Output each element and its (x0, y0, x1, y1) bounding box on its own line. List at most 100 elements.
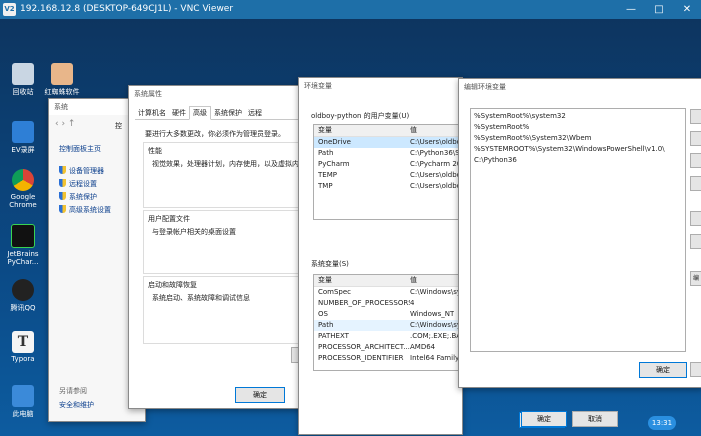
row-name: NUMBER_OF_PROCESSORS (318, 299, 410, 307)
table-row[interactable]: TMP C:\Users\oldboy (314, 181, 466, 192)
table-row[interactable]: PyCharm C:\Pycharm 2018 (314, 159, 466, 170)
shield-icon (59, 205, 66, 213)
environment-variables-title: 环境变量 (299, 78, 462, 94)
user-vars-label: oldboy-python 的用户变量(U) (311, 112, 410, 120)
back-arrow-icon[interactable]: ‹ › ↑ (55, 119, 75, 129)
list-item[interactable]: C:\Python36 (471, 155, 685, 166)
row-value: C:\Windows\sys (410, 288, 465, 296)
ok-button[interactable]: 确定 (235, 387, 285, 403)
system-vars-list[interactable]: 变量值 ComSpec C:\Windows\sys NUMBER_OF_PROC… (313, 274, 467, 371)
edit-cancel-button-partial[interactable] (690, 362, 701, 377)
desktop-icon-label: 腾讯QQ (10, 304, 36, 312)
desktop-icon-chrome[interactable]: Google Chrome (1, 169, 45, 209)
desktop-icon-pycharm[interactable]: JetBrains PyChar... (1, 224, 45, 266)
browse-button-partial[interactable] (690, 153, 701, 168)
table-row[interactable]: PATHEXT .COM;.EXE;.BAT; (314, 331, 466, 342)
edit-ok-button[interactable]: 确定 (639, 362, 687, 378)
tab-advanced[interactable]: 高级 (189, 106, 211, 120)
table-row[interactable]: Path C:\Windows\sys (314, 320, 466, 331)
row-value: C:\Users\oldboy (410, 182, 466, 190)
env-ok-button-2[interactable]: 确定 (521, 411, 567, 427)
device-manager-link[interactable]: 设备管理器 (59, 165, 111, 178)
desktop-icon-label: 红蜘蛛软件 (44, 88, 80, 96)
edit-text-button-partial[interactable]: 编 (690, 271, 701, 286)
tab-remote[interactable]: 远程 (245, 107, 265, 119)
desktop-icon-ev-recorder[interactable]: EV录屏 (1, 121, 45, 155)
table-row[interactable]: OS Windows_NT (314, 309, 466, 320)
desktop-icon-typora[interactable]: T Typora (1, 331, 45, 363)
system-vars-label: 系统变量(S) (311, 260, 349, 268)
tab-computer-name[interactable]: 计算机名 (135, 107, 169, 119)
minimize-button[interactable]: — (617, 0, 645, 19)
close-button[interactable]: ✕ (673, 0, 701, 19)
tab-system-protection[interactable]: 系统保护 (211, 107, 245, 119)
control-panel-home-link[interactable]: 控制面板主页 (59, 143, 111, 156)
list-header: 变量值 (314, 125, 466, 137)
remote-settings-link[interactable]: 远程设置 (59, 178, 111, 191)
table-row[interactable]: PROCESSOR_ARCHITECT...AMD64 (314, 342, 466, 353)
delete-button-partial[interactable] (690, 176, 701, 191)
edit-button-partial[interactable] (690, 131, 701, 146)
table-row[interactable]: PROCESSOR_IDENTIFIER Intel64 Family 6 (314, 353, 466, 364)
row-value: Windows_NT (410, 310, 455, 318)
shield-icon (59, 192, 66, 200)
env-cancel-button[interactable]: 取消 (572, 411, 618, 427)
new-button-partial[interactable] (690, 109, 701, 124)
link-label: 设备管理器 (69, 167, 104, 175)
system-properties-title: 系统属性 (129, 86, 309, 102)
security-maintenance-link[interactable]: 安全和维护 (59, 400, 94, 410)
row-name: PATHEXT (318, 332, 349, 340)
startup-recovery-desc: 系统启动、系统故障和调试信息 (152, 294, 250, 302)
list-item[interactable]: %SystemRoot%\System32\Wbem (471, 133, 685, 144)
vnc-logo-icon: V2 (3, 3, 16, 16)
link-label: 系统保护 (69, 193, 97, 201)
row-name: PyCharm (318, 160, 350, 168)
table-row[interactable]: NUMBER_OF_PROCESSORS4 (314, 298, 466, 309)
list-item[interactable]: %SystemRoot%\system32 (471, 111, 685, 122)
desktop-icon-qq[interactable]: 腾讯QQ (1, 279, 45, 313)
row-value: C:\Users\oldboy (410, 171, 466, 179)
col-var-header[interactable]: 变量 (318, 275, 410, 286)
system-protection-link[interactable]: 系统保护 (59, 191, 111, 204)
typora-icon: T (12, 331, 34, 353)
see-also-label: 另请参阅 (59, 387, 87, 395)
path-entries-list[interactable]: %SystemRoot%\system32 %SystemRoot% %Syst… (470, 108, 686, 352)
qq-penguin-icon (12, 279, 34, 301)
desktop-icon-label: Typora (11, 355, 35, 363)
list-item[interactable]: %SYSTEMROOT%\System32\WindowsPowerShell\… (471, 144, 685, 155)
user-profile-desc: 与登录帐户相关的桌面设置 (152, 228, 236, 236)
user-vars-list[interactable]: 变量值 OneDrive C:\Users\oldboy Path C:\Pytho… (313, 124, 467, 220)
advanced-system-settings-link[interactable]: 高级系统设置 (59, 204, 111, 217)
col-var-header[interactable]: 变量 (318, 125, 410, 136)
desktop-icon-label: 此电脑 (12, 410, 34, 418)
move-up-button-partial[interactable] (690, 211, 701, 226)
col-val-header[interactable]: 值 (410, 275, 417, 286)
tab-hardware[interactable]: 硬件 (169, 107, 189, 119)
system-nav: 控制面板主页 设备管理器 远程设置 系统保护 高级系统设置 (59, 143, 111, 217)
performance-title: 性能 (148, 147, 162, 155)
tab-strip: 计算机名 硬件 高级 系统保护 远程 (135, 106, 303, 120)
desktop-icon-this-pc[interactable]: 此电脑 (1, 385, 45, 419)
performance-group: 性能 视觉效果，处理器计划，内存使用，以及虚拟内存 (143, 142, 307, 208)
desktop-icon-label: JetBrains PyChar... (7, 250, 39, 266)
environment-variables-dialog: 环境变量 oldboy-python 的用户变量(U) 变量值 OneDrive… (298, 77, 565, 435)
col-val-header[interactable]: 值 (410, 125, 417, 136)
address-bar[interactable]: 控 (115, 121, 122, 131)
row-name: PROCESSOR_ARCHITECT... (318, 343, 410, 351)
avatar-icon (51, 63, 73, 85)
admin-note: 要进行大多数更改，你必须作为管理员登录。 (145, 130, 285, 138)
maximize-button[interactable]: □ (645, 0, 673, 19)
link-label: 远程设置 (69, 180, 97, 188)
table-row[interactable]: TEMP C:\Users\oldboy (314, 170, 466, 181)
table-row[interactable]: Path C:\Python36\Scri (314, 148, 466, 159)
desktop-icon-recycle-bin[interactable]: 回收站 (1, 63, 45, 97)
desktop-icon-red-spider[interactable]: 红蜘蛛软件 (40, 63, 84, 97)
performance-desc: 视觉效果，处理器计划，内存使用，以及虚拟内存 (152, 160, 306, 168)
startup-recovery-group: 启动和故障恢复 系统启动、系统故障和调试信息 (143, 276, 307, 344)
move-down-button-partial[interactable] (690, 234, 701, 249)
list-item[interactable]: %SystemRoot% (471, 122, 685, 133)
row-name: PROCESSOR_IDENTIFIER (318, 354, 404, 362)
row-value: C:\Users\oldboy (410, 138, 466, 146)
table-row[interactable]: ComSpec C:\Windows\sys (314, 287, 466, 298)
table-row[interactable]: OneDrive C:\Users\oldboy (314, 137, 466, 148)
